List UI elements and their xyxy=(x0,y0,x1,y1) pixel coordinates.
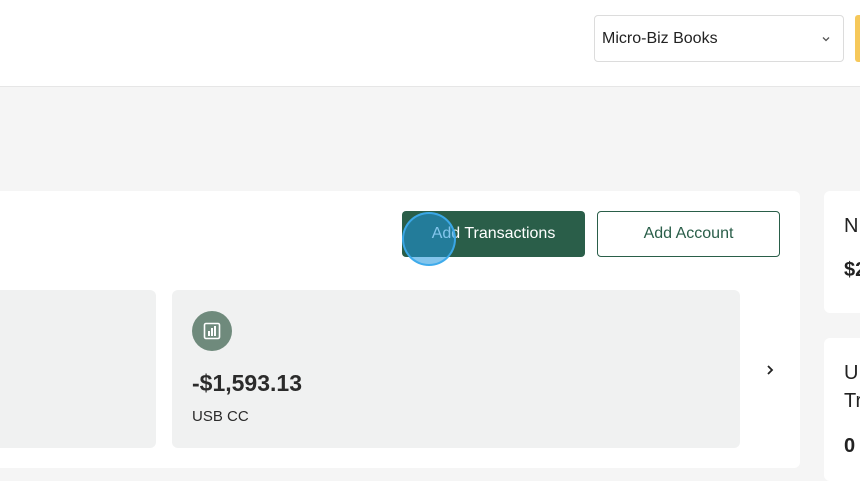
account-balance: -$1,593.13 xyxy=(192,370,302,396)
side-card-net: N $2 xyxy=(824,191,860,313)
top-bar: Micro-Biz Books xyxy=(0,0,860,87)
company-select[interactable]: Micro-Biz Books xyxy=(594,15,844,62)
side-card-value: 0 xyxy=(844,435,856,457)
add-account-button[interactable]: Add Account xyxy=(597,211,780,257)
bar-chart-icon xyxy=(192,311,232,351)
account-tile-partial[interactable] xyxy=(0,290,156,448)
side-card-title-line1: U xyxy=(844,362,859,384)
chevron-down-icon xyxy=(819,32,833,46)
company-select-value: Micro-Biz Books xyxy=(602,29,718,47)
side-card-title-line2: Tr xyxy=(844,390,860,412)
chevron-right-icon xyxy=(767,365,774,375)
account-name: USB CC xyxy=(192,408,249,425)
accent-edge xyxy=(855,15,860,62)
side-card-title: N xyxy=(844,215,859,237)
account-tile[interactable]: -$1,593.13 USB CC xyxy=(172,290,740,448)
carousel-next-button[interactable] xyxy=(758,358,782,382)
side-card-unreviewed: U Tr 0 xyxy=(824,338,860,481)
add-transactions-button[interactable]: Add Transactions xyxy=(402,211,585,257)
side-card-value: $2 xyxy=(844,259,860,281)
